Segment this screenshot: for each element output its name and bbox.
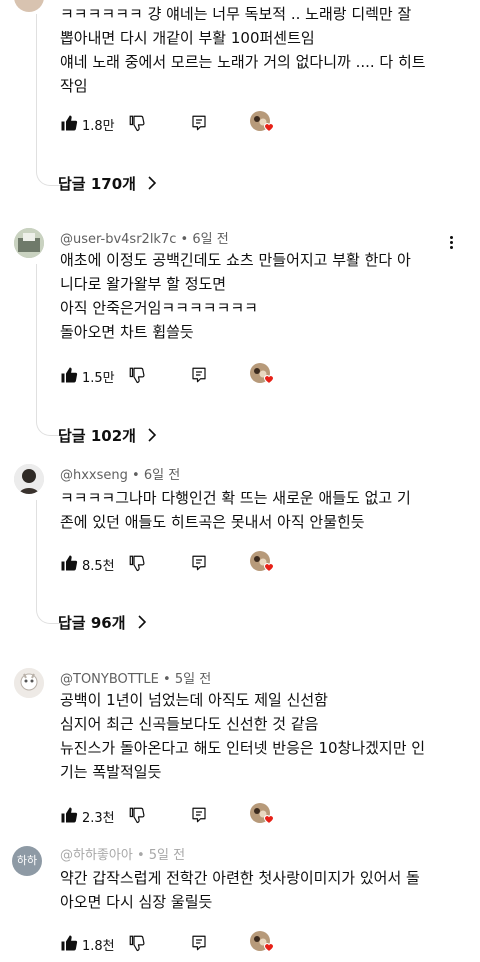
comment-time: 6일 전 [192,232,229,247]
avatar[interactable] [14,668,44,698]
comment-actions: 1.8만 [60,112,300,136]
author-name[interactable]: @hxxseng [60,468,128,483]
comment-line: 존에 있던 애들도 히트곡은 못내서 아직 안물힌듯 [60,513,365,531]
chevron-right-icon [137,615,147,629]
comment-time: 5일 전 [148,848,186,863]
avatar-text: 하하 [16,854,38,867]
creator-heart-icon [249,550,277,576]
thumbs-up-icon[interactable] [60,806,78,824]
comment-actions: 1.8천 [60,932,300,956]
thumbs-up-icon[interactable] [60,934,78,952]
comment-text: ㅋㅋㅋㅋㅋㅋ 걍 얘네는 너무 독보적 .. 노래랑 디렉만 잘 뽑아내면 다시… [60,2,460,98]
thread-line [36,264,62,436]
comment-line: 약간 갑작스럽게 전학간 아련한 첫사랑이미지가 있어서 돌 [60,869,420,887]
reply-icon[interactable] [190,934,208,952]
chevron-right-icon [147,428,157,442]
comment-line: 작임 [60,77,88,95]
comment-text: ㅋㅋㅋㅋ그나마 다행인건 확 뜨는 새로운 애들도 없고 기 존에 있던 애들도… [60,486,460,534]
thumbs-down-icon[interactable] [128,366,146,384]
replies-button[interactable]: 답글 102개 [58,425,157,446]
replies-button[interactable]: 답글 96개 [58,612,147,633]
comment-line: 아직 안죽은거임ㅋㅋㅋㅋㅋㅋㅋ [60,299,258,317]
separator: • [163,672,175,687]
comment-time: 5일 전 [174,672,212,687]
chevron-right-icon [147,176,157,190]
reply-icon[interactable] [190,806,208,824]
avatar[interactable]: 하하 [12,846,42,876]
comment-line: 공백이 1년이 넘었는데 아직도 제일 신선함 [60,691,328,709]
comment-actions: 2.3천 [60,804,300,828]
comment-3: @hxxseng • 6일 전 ㅋㅋㅋㅋ그나마 다행인건 확 뜨는 새로운 애들… [0,462,480,642]
avatar-image [14,228,44,258]
like-count: 1.5만 [82,371,115,386]
replies-button[interactable]: 답글 170개 [58,173,157,194]
comment-text: 애초에 이정도 공백긴데도 쇼츠 만들어지고 부활 한다 아 니다로 왈가왈부 … [60,248,460,344]
comment-line: 심지어 최근 신곡들보다도 신선한 것 같음 [60,715,319,733]
thumbs-down-icon[interactable] [128,934,146,952]
avatar[interactable] [14,228,44,258]
like-count: 8.5천 [82,559,115,574]
comment-line: ㅋㅋㅋㅋ그나마 다행인건 확 뜨는 새로운 애들도 없고 기 [60,489,411,507]
comment-line: ㅋㅋㅋㅋㅋㅋ 걍 얘네는 너무 독보적 .. 노래랑 디렉만 잘 [60,5,412,23]
reply-icon[interactable] [190,554,208,572]
replies-label: 답글 102개 [58,427,136,445]
reply-icon[interactable] [190,114,208,132]
thread-line [36,500,62,624]
comment-text: 약간 갑작스럽게 전학간 아련한 첫사랑이미지가 있어서 돌 아오면 다시 심장… [60,866,460,914]
creator-heart-icon [249,110,277,136]
reply-icon[interactable] [190,366,208,384]
comment-2: @user-bv4sr2lk7c • 6일 전 애초에 이정도 공백긴데도 쇼츠… [0,226,480,450]
like-count: 1.8천 [82,939,115,954]
author-name[interactable]: @TONYBOTTLE [60,672,159,687]
separator: • [136,848,149,863]
comment-meta: @hxxseng • 6일 전 [60,464,180,483]
replies-label: 답글 96개 [58,614,126,632]
comment-5: 하하 @하하좋아아 • 5일 전 약간 갑작스럽게 전학간 아련한 첫사랑이미지… [0,846,480,962]
thread-line [36,14,62,186]
separator: • [180,232,193,247]
thumbs-up-icon[interactable] [60,114,78,132]
avatar[interactable] [14,464,44,494]
thumbs-down-icon[interactable] [128,554,146,572]
comment-line: 애초에 이정도 공백긴데도 쇼츠 만들어지고 부활 한다 아 [60,251,411,269]
comment-meta: @user-bv4sr2lk7c • 6일 전 [60,228,229,247]
thumbs-down-icon[interactable] [128,806,146,824]
comment-time: 6일 전 [143,468,181,483]
comment-line: 얘네 노래 중에서 모르는 노래가 거의 없다니까 .... 다 히트 [60,53,426,71]
author-name[interactable]: @하하좋아아 [60,848,133,863]
comment-line: 돌아오면 차트 휩쓸듯 [60,323,194,341]
comment-line: 니다로 왈가왈부 할 정도면 [60,275,227,293]
comment-line: 뉴진스가 돌아온다고 해도 인터넷 반응은 10창나겠지만 인 [60,739,426,757]
comment-actions: 8.5천 [60,552,300,576]
creator-heart-icon [249,802,277,828]
avatar-image [14,668,44,698]
comment-text: 공백이 1년이 넘었는데 아직도 제일 신선함 심지어 최근 신곡들보다도 신선… [60,688,460,784]
comment-actions: 1.5만 [60,364,300,388]
comment-1: ㅋㅋㅋㅋㅋㅋ 걍 얘네는 너무 독보적 .. 노래랑 디렉만 잘 뽑아내면 다시… [0,0,480,200]
comment-meta: @하하좋아아 • 5일 전 [60,844,185,863]
creator-heart-icon [249,362,277,388]
like-count: 1.8만 [82,119,115,134]
like-count: 2.3천 [82,811,115,826]
creator-heart-icon [249,930,277,956]
comment-line: 뽑아내면 다시 개같이 부활 100퍼센트임 [60,29,315,47]
thumbs-down-icon[interactable] [128,114,146,132]
author-name[interactable]: @user-bv4sr2lk7c [60,232,176,247]
comment-line: 아오면 다시 심장 울릴듯 [60,893,213,911]
comment-meta: @TONYBOTTLE • 5일 전 [60,668,211,687]
comment-line: 기는 폭발적일듯 [60,763,162,781]
avatar-image [14,464,44,494]
thumbs-up-icon[interactable] [60,554,78,572]
comment-4: @TONYBOTTLE • 5일 전 공백이 1년이 넘었는데 아직도 제일 신… [0,666,480,836]
thumbs-up-icon[interactable] [60,366,78,384]
separator: • [132,468,144,483]
replies-label: 답글 170개 [58,175,136,193]
avatar[interactable] [14,0,44,12]
